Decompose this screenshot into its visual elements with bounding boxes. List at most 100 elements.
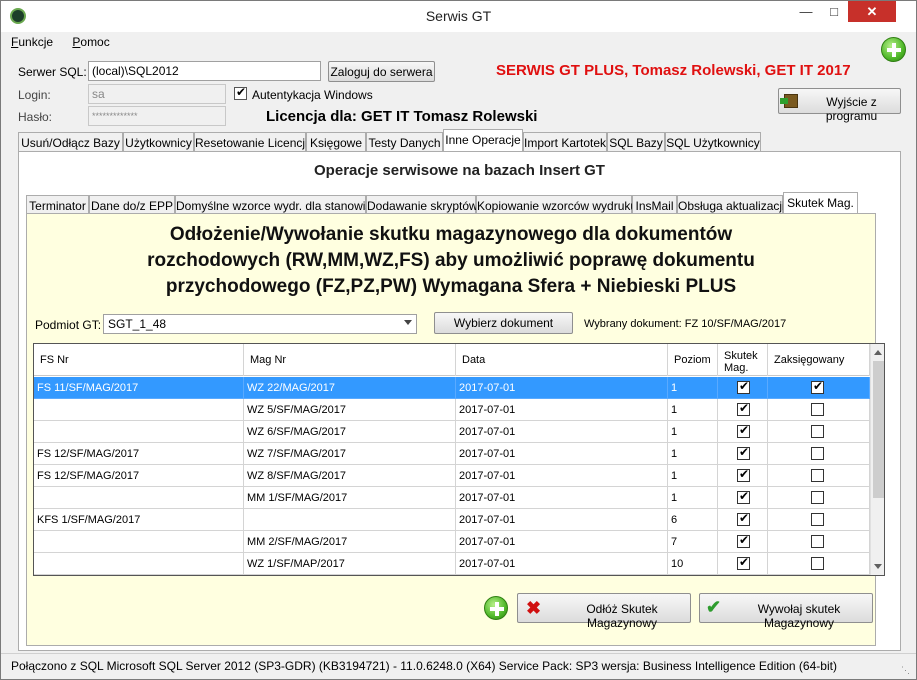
cell-date[interactable]: 2017-07-01 [456, 399, 668, 421]
tab-skutek-mag[interactable]: Skutek Mag. [783, 192, 858, 215]
cell-mag[interactable]: MM 2/SF/MAG/2017 [244, 531, 456, 553]
skutek-checkbox[interactable] [737, 467, 750, 482]
col-zaksiegowany[interactable]: Zaksięgowany [768, 344, 870, 376]
zaksiegowany-checkbox[interactable] [811, 535, 824, 548]
table-row[interactable]: MM 1/SF/MAG/2017 2017-07-01 1 [34, 487, 870, 509]
cell-level[interactable]: 1 [668, 421, 718, 443]
skutek-checkbox[interactable] [737, 511, 750, 526]
zaksiegowany-checkbox[interactable] [811, 491, 824, 504]
cell-level[interactable]: 6 [668, 509, 718, 531]
defer-stock-effect-button[interactable]: ✖ Odłóż Skutek Magazynowy [517, 593, 691, 630]
tab-usun-odlacz-bazy[interactable]: Usuń/Odłącz Bazy [18, 132, 123, 152]
invoke-stock-effect-button[interactable]: ✔ Wywołaj skutek Magazynowy [699, 593, 873, 630]
cell-level[interactable]: 1 [668, 443, 718, 465]
tab-sql-uzytkownicy[interactable]: SQL Użytkownicy [665, 132, 761, 152]
cell-fs[interactable]: KFS 1/SF/MAG/2017 [34, 509, 244, 531]
tab-testy-danych[interactable]: Testy Danych [366, 132, 443, 152]
cell-date[interactable]: 2017-07-01 [456, 377, 668, 399]
add-icon[interactable] [881, 37, 906, 62]
cell-level[interactable]: 1 [668, 377, 718, 399]
cell-mag[interactable]: WZ 6/SF/MAG/2017 [244, 421, 456, 443]
cell-fs[interactable]: FS 11/SF/MAG/2017 [34, 377, 244, 399]
table-row[interactable]: FS 12/SF/MAG/2017 WZ 7/SF/MAG/2017 2017-07… [34, 443, 870, 465]
zaksiegowany-checkbox[interactable] [811, 557, 824, 570]
cell-mag[interactable]: WZ 5/SF/MAG/2017 [244, 399, 456, 421]
skutek-checkbox[interactable] [737, 555, 750, 570]
zaksiegowany-checkbox[interactable] [811, 425, 824, 438]
server-input[interactable]: (local)\SQL2012 [88, 61, 321, 81]
tab-terminator[interactable]: Terminator [26, 195, 89, 215]
tab-kopiowanie-wzorcow[interactable]: Kopiowanie wzorców wydruku [476, 195, 637, 215]
tab-dodawanie-skryptow[interactable]: Dodawanie skryptów [366, 195, 478, 215]
menu-funkcje[interactable]: Funkcje [11, 35, 53, 49]
tab-insmail[interactable]: InsMail [632, 195, 677, 215]
maximize-icon[interactable]: □ [820, 1, 848, 22]
skutek-checkbox[interactable] [737, 489, 750, 504]
scroll-up-icon[interactable] [874, 350, 882, 355]
cell-level[interactable]: 1 [668, 487, 718, 509]
skutek-checkbox[interactable] [737, 423, 750, 438]
tab-ksiegowe[interactable]: Księgowe [306, 132, 366, 152]
cell-level[interactable]: 10 [668, 553, 718, 575]
cell-date[interactable]: 2017-07-01 [456, 443, 668, 465]
resize-grip-icon[interactable]: ⋱ [901, 665, 910, 676]
table-row[interactable]: FS 12/SF/MAG/2017 WZ 8/SF/MAG/2017 2017-07… [34, 465, 870, 487]
menu-pomoc[interactable]: Pomoc [72, 35, 109, 49]
add-document-icon[interactable] [484, 596, 508, 620]
table-row[interactable]: WZ 1/SF/MAP/2017 2017-07-01 10 [34, 553, 870, 575]
skutek-checkbox[interactable] [737, 401, 750, 416]
tab-obsluga-aktualizacji[interactable]: Obsługa aktualizacji [677, 195, 785, 215]
cell-date[interactable]: 2017-07-01 [456, 553, 668, 575]
tab-uzytkownicy[interactable]: Użytkownicy [123, 132, 194, 152]
cell-mag[interactable]: MM 1/SF/MAG/2017 [244, 487, 456, 509]
cell-mag[interactable] [244, 509, 456, 531]
cell-fs[interactable]: FS 12/SF/MAG/2017 [34, 443, 244, 465]
cell-level[interactable]: 7 [668, 531, 718, 553]
table-row[interactable]: MM 2/SF/MAG/2017 2017-07-01 7 [34, 531, 870, 553]
skutek-checkbox[interactable] [737, 445, 750, 460]
cell-date[interactable]: 2017-07-01 [456, 465, 668, 487]
cell-mag[interactable]: WZ 22/MAG/2017 [244, 377, 456, 399]
exit-button[interactable]: Wyjście z programu [778, 88, 901, 123]
cell-date[interactable]: 2017-07-01 [456, 531, 668, 553]
windows-auth-checkbox[interactable] [234, 85, 247, 100]
zaksiegowany-checkbox[interactable] [811, 469, 824, 482]
table-row[interactable]: WZ 6/SF/MAG/2017 2017-07-01 1 [34, 421, 870, 443]
table-row[interactable]: KFS 1/SF/MAG/2017 2017-07-01 6 [34, 509, 870, 531]
grid-scrollbar[interactable] [870, 344, 884, 575]
close-icon[interactable]: ✕ [848, 1, 896, 22]
cell-fs[interactable] [34, 487, 244, 509]
cell-date[interactable]: 2017-07-01 [456, 509, 668, 531]
tab-import-kartotek[interactable]: Import Kartotek [523, 132, 607, 152]
cell-mag[interactable]: WZ 7/SF/MAG/2017 [244, 443, 456, 465]
table-row[interactable]: WZ 5/SF/MAG/2017 2017-07-01 1 [34, 399, 870, 421]
table-row[interactable]: FS 11/SF/MAG/2017 WZ 22/MAG/2017 2017-07-0… [34, 377, 870, 399]
tab-resetowanie-licencji[interactable]: Resetowanie Licencji [194, 132, 308, 152]
cell-fs[interactable] [34, 399, 244, 421]
col-poziom[interactable]: Poziom [668, 344, 718, 376]
cell-mag[interactable]: WZ 1/SF/MAP/2017 [244, 553, 456, 575]
cell-date[interactable]: 2017-07-01 [456, 487, 668, 509]
cell-mag[interactable]: WZ 8/SF/MAG/2017 [244, 465, 456, 487]
scroll-down-icon[interactable] [874, 564, 882, 569]
password-input[interactable]: ************* [88, 106, 226, 126]
col-fs-nr[interactable]: FS Nr [34, 344, 244, 376]
login-input[interactable]: sa [88, 84, 226, 104]
cell-date[interactable]: 2017-07-01 [456, 421, 668, 443]
cell-fs[interactable] [34, 421, 244, 443]
cell-fs[interactable]: FS 12/SF/MAG/2017 [34, 465, 244, 487]
skutek-checkbox[interactable] [737, 379, 750, 394]
zaksiegowany-checkbox[interactable] [811, 379, 824, 394]
zaksiegowany-checkbox[interactable] [811, 513, 824, 526]
col-data[interactable]: Data [456, 344, 668, 376]
tab-domyslne-wzorce[interactable]: Domyślne wzorce wydr. dla stanowisk [175, 195, 377, 215]
cell-level[interactable]: 1 [668, 465, 718, 487]
col-mag-nr[interactable]: Mag Nr [244, 344, 456, 376]
col-skutek-mag[interactable]: Skutek Mag. [718, 344, 768, 376]
minimize-icon[interactable]: — [792, 1, 820, 22]
zaksiegowany-checkbox[interactable] [811, 403, 824, 416]
scroll-thumb[interactable] [873, 361, 884, 498]
tab-inne-operacje[interactable]: Inne Operacje [443, 129, 523, 152]
cell-level[interactable]: 1 [668, 399, 718, 421]
tab-sql-bazy[interactable]: SQL Bazy [607, 132, 665, 152]
